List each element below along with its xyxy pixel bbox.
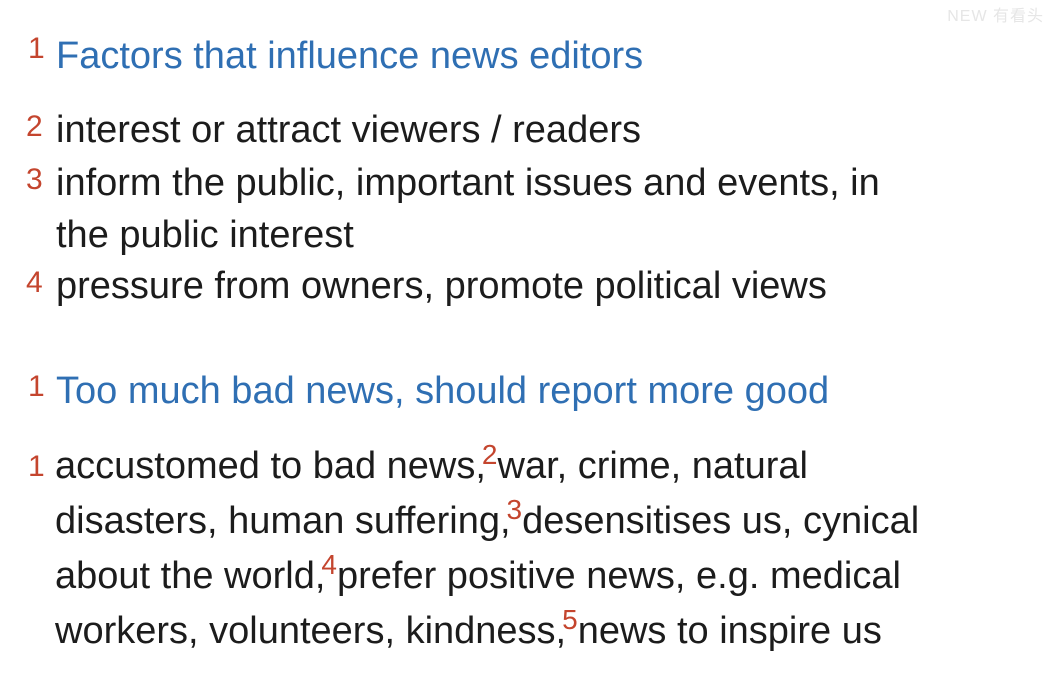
para-number: 1 [28,450,45,483]
inline-marker: 4 [321,549,337,580]
segment-text: news to inspire us [577,610,882,652]
segment-text: disasters, human suffering, [55,500,511,542]
point-3-number: 3 [26,163,43,196]
section2-number: 1 [28,370,45,403]
point-3-text-line2: the public interest [56,214,354,256]
section1-number: 1 [28,32,45,65]
watermark: NEW 有看头 [947,8,1044,25]
point-3-text-line1: inform the public, important issues and … [56,162,880,204]
segment-text: about the world, [55,555,326,597]
section1-heading: Factors that influence news editors [56,35,644,77]
point-2-text: interest or attract viewers / readers [56,109,641,151]
segment-text: prefer positive news, e.g. medical [336,555,901,597]
paragraph-line: about the world,4prefer positive news, e… [55,549,1040,605]
point-4-text: pressure from owners, promote political … [56,265,827,307]
segment-text: workers, volunteers, kindness, [55,610,567,652]
paragraph-line: accustomed to bad news,2war, crime, natu… [55,439,1040,495]
segment-text: war, crime, natural [497,445,808,487]
segment-text: accustomed to bad news, [55,445,486,487]
inline-marker: 2 [481,439,498,470]
inline-marker: 3 [506,494,523,525]
inline-marker: 5 [562,604,578,635]
paragraph-line: workers, volunteers, kindness,5news to i… [55,604,1040,660]
point-4-number: 4 [26,266,43,299]
paragraph-line: disasters, human suffering,3desensitises… [55,494,1040,550]
point-2-number: 2 [26,110,43,143]
segment-text: desensitises us, cynical [522,500,920,542]
paragraph: accustomed to bad news,2war, crime, natu… [55,439,1040,660]
section2-heading: Too much bad news, should report more go… [56,370,830,412]
